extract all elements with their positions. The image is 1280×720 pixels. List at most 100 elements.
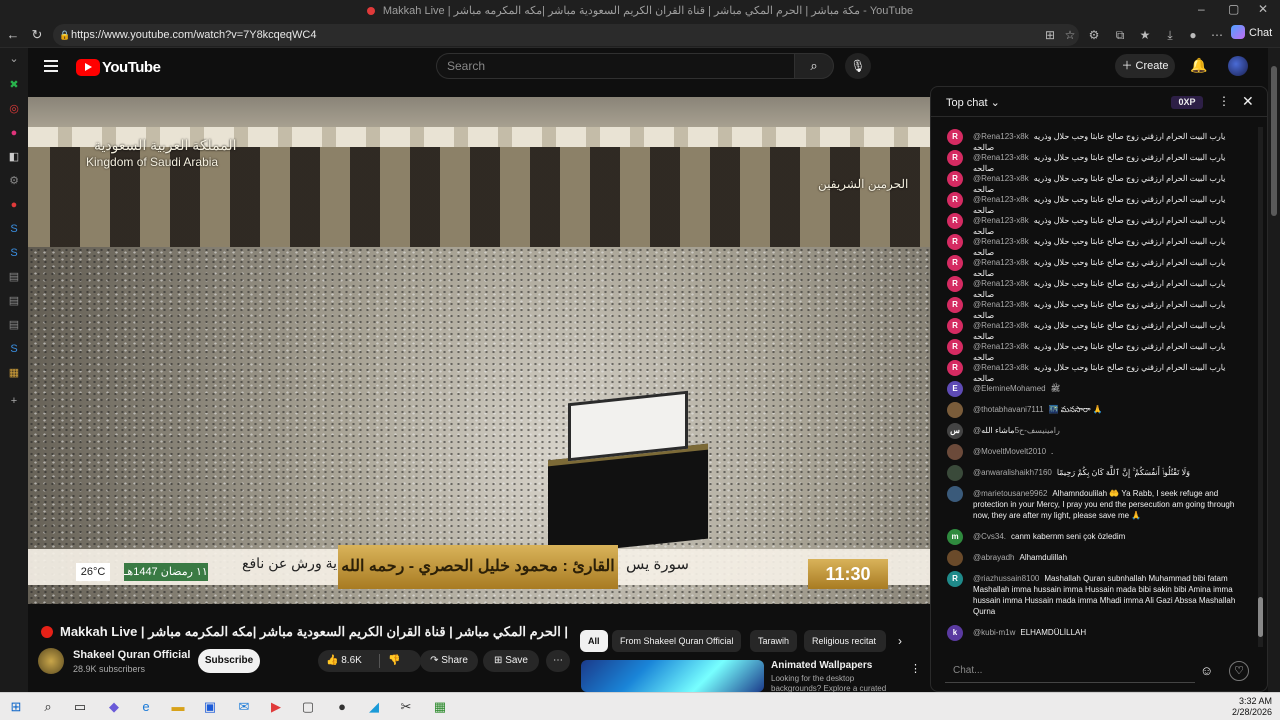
chat-author[interactable]: @EleminеMohamed	[973, 384, 1046, 393]
chat-author[interactable]: @kubi-m1w	[973, 628, 1015, 637]
edge-icon[interactable]: e	[136, 697, 156, 717]
chat-author[interactable]: @Rena123-x8k	[973, 321, 1029, 330]
chevron-right-icon[interactable]: ›	[898, 634, 902, 648]
close-window-icon[interactable]: ✕	[1258, 2, 1268, 16]
share-button[interactable]: ↷ Share	[420, 650, 478, 672]
channel-avatar[interactable]	[38, 648, 64, 674]
chat-avatar[interactable]: R	[947, 339, 963, 355]
windows-start-icon[interactable]: ⊞	[6, 697, 26, 717]
chat-avatar[interactable]: E	[947, 381, 963, 397]
top-chat-dropdown[interactable]: Top chat ⌄	[946, 96, 1000, 109]
video-player[interactable]: المملكة العربية السعودية Kingdom of Saud…	[28, 97, 930, 604]
chat-author[interactable]: @Rena123-x8k	[973, 174, 1029, 183]
sidebar-app-icon[interactable]: ▤	[7, 318, 21, 332]
extensions-icon[interactable]: ⚙	[1087, 28, 1101, 42]
minimize-icon[interactable]: –	[1198, 2, 1205, 16]
search-input[interactable]: Search	[436, 53, 794, 79]
capcut-icon[interactable]: ✂	[396, 697, 416, 717]
split-screen-icon[interactable]: ⧉	[1113, 28, 1127, 43]
chat-avatar[interactable]	[947, 465, 963, 481]
chip-from-channel[interactable]: From Shakeel Quran Official	[612, 630, 742, 652]
chat-avatar[interactable]: R	[947, 150, 963, 166]
copilot-taskbar-icon[interactable]: ◆	[104, 697, 124, 717]
sidebar-app-icon[interactable]: ●	[7, 198, 21, 212]
app-taskbar-icon[interactable]: ◢	[364, 697, 384, 717]
maximize-icon[interactable]: ▢	[1228, 2, 1239, 16]
emoji-icon[interactable]: ☺	[1200, 663, 1213, 678]
sidebar-app-icon[interactable]: ●	[7, 126, 21, 140]
xp-badge[interactable]: 0XP	[1171, 96, 1203, 109]
profile-icon[interactable]: ●	[1186, 28, 1200, 42]
sidebar-app-icon[interactable]: S	[7, 246, 21, 260]
search-icon[interactable]: ⌕	[38, 697, 58, 717]
add-sidebar-icon[interactable]: +	[7, 394, 21, 408]
chat-avatar[interactable]: R	[947, 297, 963, 313]
sidebar-audio-icon[interactable]: ◧	[7, 150, 21, 164]
search-button[interactable]: ⌕	[794, 53, 834, 79]
chat-scrollbar[interactable]	[1258, 127, 1263, 647]
account-avatar[interactable]	[1228, 56, 1248, 76]
system-clock[interactable]: 3:32 AM 2/28/2026	[1202, 696, 1272, 718]
chat-avatar[interactable]: R	[947, 276, 963, 292]
save-button[interactable]: ⊞ Save	[483, 650, 539, 672]
chat-author[interactable]: @Rena123-x8k	[973, 216, 1029, 225]
sidebar-app-icon[interactable]: S	[7, 342, 21, 356]
more-vertical-icon[interactable]: ⋮	[910, 662, 921, 675]
page-scrollbar[interactable]	[1268, 48, 1280, 692]
create-button[interactable]: ＋ Create	[1115, 54, 1175, 78]
app-available-icon[interactable]: ⊞	[1043, 28, 1057, 42]
sidebar-settings-icon[interactable]: ⚙	[7, 174, 21, 188]
store-icon[interactable]: ▣	[200, 697, 220, 717]
sidebar-app-icon[interactable]: S	[7, 222, 21, 236]
subscribe-button[interactable]: Subscribe	[198, 649, 260, 673]
chat-avatar[interactable]	[947, 550, 963, 566]
back-icon[interactable]: ←	[5, 27, 21, 42]
chat-author[interactable]: @MoveltMovelt2010	[973, 447, 1046, 456]
task-view-icon[interactable]: ▭	[70, 697, 90, 717]
chat-avatar[interactable]: R	[947, 318, 963, 334]
downloads-icon[interactable]: ⤓	[1163, 28, 1177, 43]
chat-author[interactable]: @Rena123-x8k	[973, 237, 1029, 246]
like-button[interactable]: 👍 8.6K	[326, 650, 362, 672]
chat-avatar[interactable]	[947, 444, 963, 460]
copilot-chat-button[interactable]: Chat	[1231, 25, 1272, 39]
chip-religious[interactable]: Religious recitat	[804, 630, 886, 652]
mail-icon[interactable]: ✉	[234, 697, 254, 717]
app-taskbar-icon[interactable]: ▢	[298, 697, 318, 717]
chat-author[interactable]: @riazhussain8100	[973, 574, 1039, 583]
sidebar-app-icon[interactable]: ✖	[7, 78, 21, 92]
reload-icon[interactable]: ↻	[29, 27, 45, 43]
chat-author[interactable]: @Rena123-x8k	[973, 279, 1029, 288]
close-icon[interactable]: ✕	[1242, 93, 1254, 110]
chat-avatar[interactable]: R	[947, 129, 963, 145]
chat-avatar[interactable]: R	[947, 360, 963, 376]
more-actions-button[interactable]: ⋯	[546, 650, 570, 672]
chat-avatar[interactable]: R	[947, 192, 963, 208]
hamburger-menu-icon[interactable]	[44, 60, 58, 72]
chat-avatar[interactable]: R	[947, 171, 963, 187]
favorites-icon[interactable]: ★	[1138, 28, 1152, 42]
chip-tarawih[interactable]: Tarawih	[750, 630, 798, 652]
chat-avatar[interactable]	[947, 402, 963, 418]
sidebar-app-icon[interactable]: ▤	[7, 270, 21, 284]
chat-avatar[interactable]: R	[947, 571, 963, 587]
chat-avatar[interactable]	[947, 486, 963, 502]
chat-avatar[interactable]: R	[947, 234, 963, 250]
chevron-down-icon[interactable]: ⌄	[7, 52, 21, 66]
chat-author[interactable]: @Rena123-x8k	[973, 132, 1029, 141]
youtube-taskbar-icon[interactable]: ▶	[266, 697, 286, 717]
chat-author[interactable]: @abrayadh	[973, 553, 1014, 562]
chat-avatar[interactable]: R	[947, 213, 963, 229]
chat-author[interactable]: @Rena123-x8k	[973, 258, 1029, 267]
app-taskbar-icon[interactable]: ▦	[430, 697, 450, 717]
recommended-thumbnail[interactable]	[581, 660, 764, 692]
sidebar-app-icon[interactable]: ◎	[7, 102, 21, 116]
chip-all[interactable]: All	[580, 630, 608, 652]
recommended-title[interactable]: Animated Wallpapers	[771, 660, 872, 671]
dislike-button[interactable]: 👎	[388, 650, 400, 672]
sidebar-app-icon[interactable]: ▤	[7, 294, 21, 308]
chat-avatar[interactable]: س	[947, 423, 963, 439]
chat-author[interactable]: @Rena123-x8k	[973, 300, 1029, 309]
chat-author[interactable]: @Rena123-x8k	[973, 363, 1029, 372]
favorite-star-icon[interactable]: ☆	[1063, 28, 1077, 42]
